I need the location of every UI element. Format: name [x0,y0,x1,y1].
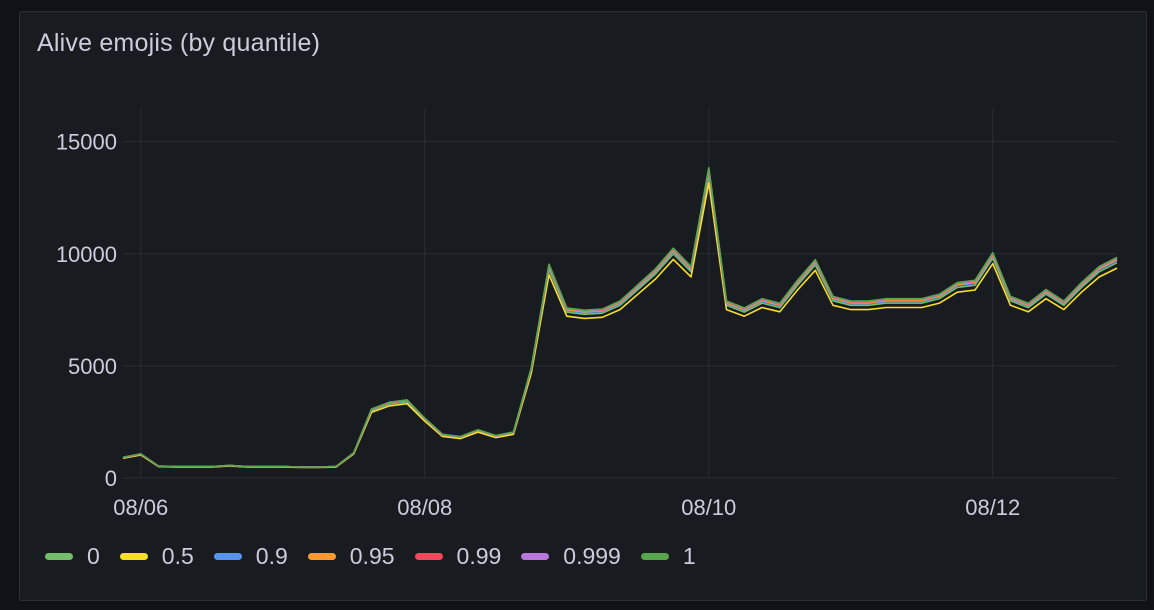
series-line-1 [122,166,1118,468]
legend-swatch [414,553,443,560]
legend-label: 0.999 [563,543,621,569]
legend-item[interactable]: 1 [640,543,696,570]
legend-swatch [119,553,148,560]
legend-swatch [307,553,336,560]
legend-label: 0.99 [456,543,502,569]
legend-item[interactable]: 0.95 [307,543,395,570]
legend-swatch [640,553,669,560]
series-line-0_99 [122,168,1118,468]
legend-swatch [213,553,242,560]
legend-swatch [45,553,73,560]
series-line-0_999 [122,167,1118,468]
legend-label: 0 [87,543,100,569]
series-line-0 [122,174,1118,469]
series [122,166,1118,469]
y-tick-label: 10000 [56,242,117,267]
legend-item[interactable]: 0.99 [414,543,502,570]
legend-item[interactable]: 0 [45,543,100,570]
legend-item[interactable]: 0.5 [119,543,194,570]
series-line-0_5 [122,182,1118,469]
panel: Alive emojis (by quantile) 0 5000 10000 150… [19,11,1147,601]
y-tick-label: 5000 [68,354,117,379]
legend: 0 0.5 0.9 0.95 0.99 0.999 1 [45,543,716,570]
legend-label: 0.5 [161,543,194,569]
legend-item[interactable]: 0.999 [521,543,621,570]
series-line-0_95 [122,169,1118,468]
series-line-0_9 [122,171,1118,468]
legend-label: 1 [682,543,696,569]
grid [123,108,1117,479]
y-tick-label: 0 [105,466,117,491]
x-tick-label: 08/12 [965,495,1020,520]
x-tick-label: 08/10 [681,495,736,520]
legend-item[interactable]: 0.9 [213,543,288,570]
y-tick-label: 15000 [56,130,117,155]
chart: 0 5000 10000 15000 08/06 08/08 08/10 08/12 [56,108,1118,520]
legend-label: 0.9 [255,543,288,569]
legend-swatch [521,553,550,560]
x-tick-label: 08/06 [113,495,168,520]
legend-label: 0.95 [349,543,395,569]
x-tick-label: 08/08 [397,495,452,520]
